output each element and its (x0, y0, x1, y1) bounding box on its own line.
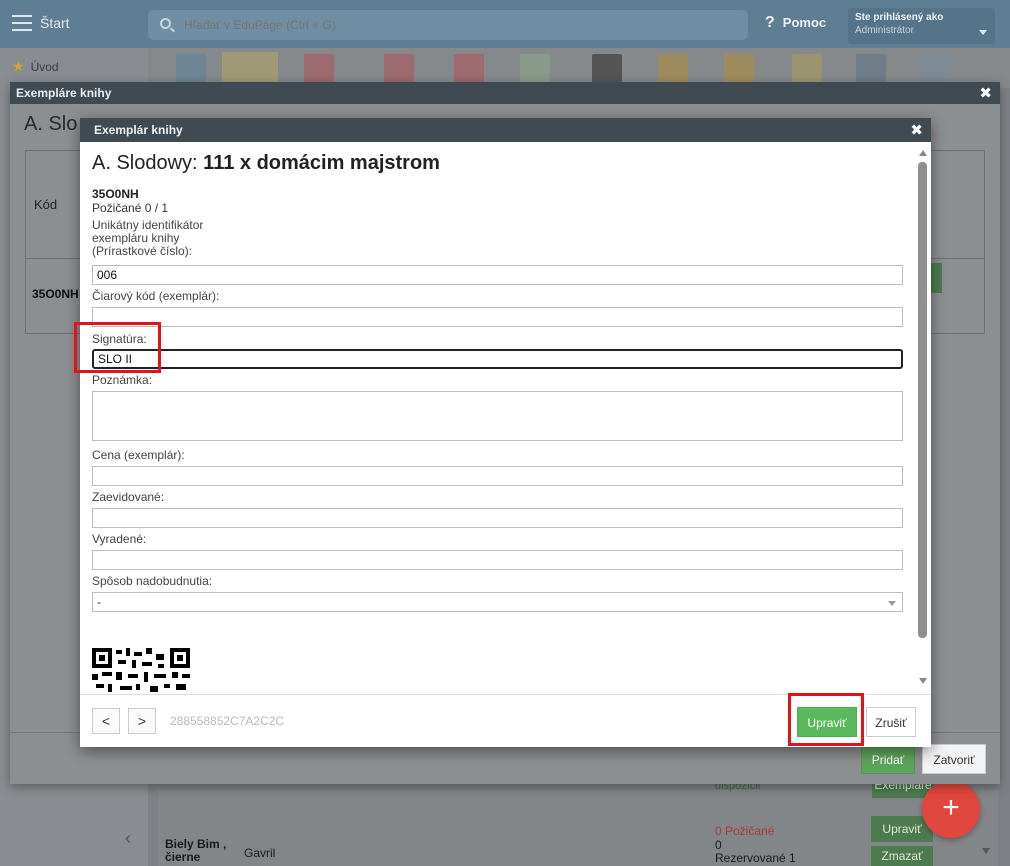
help-icon: ? (765, 14, 775, 31)
borrowed-count: 0 Požičané (715, 824, 775, 838)
close-icon[interactable]: ✖ (910, 121, 923, 139)
book-red-icon-3[interactable] (454, 54, 484, 84)
nav-item-uvod[interactable]: ★ Úvod (12, 58, 59, 75)
next-button[interactable]: > (128, 708, 156, 734)
help-label: Pomoc (782, 15, 827, 30)
exemplar-dialog-header: Exemplár knihy ✖ (80, 118, 931, 142)
sposob-select[interactable]: - (92, 592, 903, 612)
printer-icon[interactable] (856, 54, 886, 84)
user-role: Administrátor (855, 25, 914, 36)
return-arrow-icon[interactable] (658, 54, 688, 84)
scroll-down-icon[interactable] (982, 848, 990, 854)
borrowed-status: Požičané 0 / 1 (92, 201, 169, 215)
user-line1: Ste prihlásený ako (855, 12, 944, 23)
users-icon[interactable] (792, 54, 822, 84)
chevron-down-icon (979, 30, 987, 35)
exemplar-hash: 288558852C7A2C2C (170, 714, 285, 728)
nav-item-uvod-label: Úvod (30, 60, 59, 74)
zaevidovane-field[interactable] (92, 508, 903, 528)
books-stack-icon-2[interactable] (520, 54, 550, 84)
chevron-down-icon (888, 601, 896, 606)
zaevidovane-label: Zaevidované: (92, 490, 165, 504)
sposob-label: Spôsob nadobudnutia: (92, 574, 213, 588)
search-icon (160, 18, 171, 29)
close-button[interactable]: Zatvoriť (922, 744, 986, 774)
top-bar: Štart ? Pomoc Ste prihlásený ako Administ… (0, 0, 1010, 48)
book-title-name: 111 x domácim majstrom (203, 152, 440, 174)
help-button[interactable]: ? Pomoc (765, 14, 826, 32)
scrollbar-thumb[interactable] (918, 162, 927, 638)
exemplar-dialog-title: Exemplár knihy (94, 123, 183, 137)
cancel-button[interactable]: Zrušiť (866, 707, 916, 737)
save-button-highlight (788, 693, 864, 746)
signatura-highlight (74, 322, 161, 373)
home-icon[interactable] (176, 54, 206, 84)
delete-button[interactable]: Zmazať (871, 846, 933, 866)
qr-code-icon (92, 648, 192, 694)
book-red-icon[interactable] (304, 54, 334, 84)
exemplar-form: A. Slodowy: 111 x domácim majstrom 35O0N… (80, 142, 915, 694)
star-icon: ★ (12, 58, 25, 74)
id-field[interactable] (92, 265, 903, 285)
book-title: A. Slodowy: 111 x domácim majstrom (92, 152, 440, 175)
exemplare-dialog-title: Exempláre knihy (16, 86, 112, 100)
search-input[interactable] (182, 17, 682, 33)
start-link[interactable]: Štart (40, 15, 70, 31)
chevron-left-icon[interactable]: ‹ (125, 828, 131, 849)
vyradene-field[interactable] (92, 550, 903, 570)
exemplar-code: 35O0NH (92, 187, 139, 201)
book-red-icon-2[interactable] (384, 54, 414, 84)
table-row-code: 35O0NH (32, 287, 79, 301)
row-action-button[interactable] (930, 263, 942, 293)
exemplar-dialog: Exemplár knihy ✖ A. Slodowy: 111 x domác… (80, 118, 931, 747)
hamburger-icon[interactable] (12, 15, 32, 31)
kod-column-header: Kód (34, 197, 58, 212)
book-author: Gavril (244, 846, 276, 860)
gear-icon[interactable] (920, 54, 950, 84)
vyradene-label: Vyradené: (92, 532, 147, 546)
book-name: Biely Bim , čierne (165, 837, 227, 864)
close-icon[interactable]: ✖ (979, 84, 992, 102)
sposob-selected-value: - (97, 595, 101, 609)
user-menu[interactable]: Ste prihlásený ako Administrátor (848, 8, 995, 44)
qr-code-icon[interactable] (592, 54, 622, 84)
barcode-label: Čiarový kód (exemplár): (92, 289, 220, 303)
book-title-author: A. Slodowy: (92, 152, 198, 174)
poznamka-label: Poznámka: (92, 373, 153, 387)
add-fab-button[interactable]: + (922, 780, 980, 838)
add-button[interactable]: Pridať (861, 744, 915, 774)
scroll-up-icon[interactable] (919, 150, 927, 156)
signatura-field[interactable] (92, 349, 903, 369)
exemplare-dialog-header: Exempláre knihy ✖ (10, 82, 1000, 104)
barcode-field[interactable] (92, 307, 903, 327)
poznamka-field[interactable] (92, 391, 903, 441)
search-box[interactable] (148, 10, 748, 40)
cena-label: Cena (exemplár): (92, 448, 185, 462)
cena-field[interactable] (92, 466, 903, 486)
form-scrollbar[interactable] (916, 146, 930, 690)
scroll-down-icon[interactable] (919, 678, 927, 684)
prev-button[interactable]: < (92, 708, 120, 734)
zero-count: 0 (715, 838, 722, 852)
return-arrow-icon-2[interactable] (724, 54, 754, 84)
outer-heading: A. Slo (24, 113, 78, 135)
reserved-count: Rezervované 1 (715, 851, 796, 865)
id-label-line3: (Prírastkové číslo): (92, 244, 193, 258)
